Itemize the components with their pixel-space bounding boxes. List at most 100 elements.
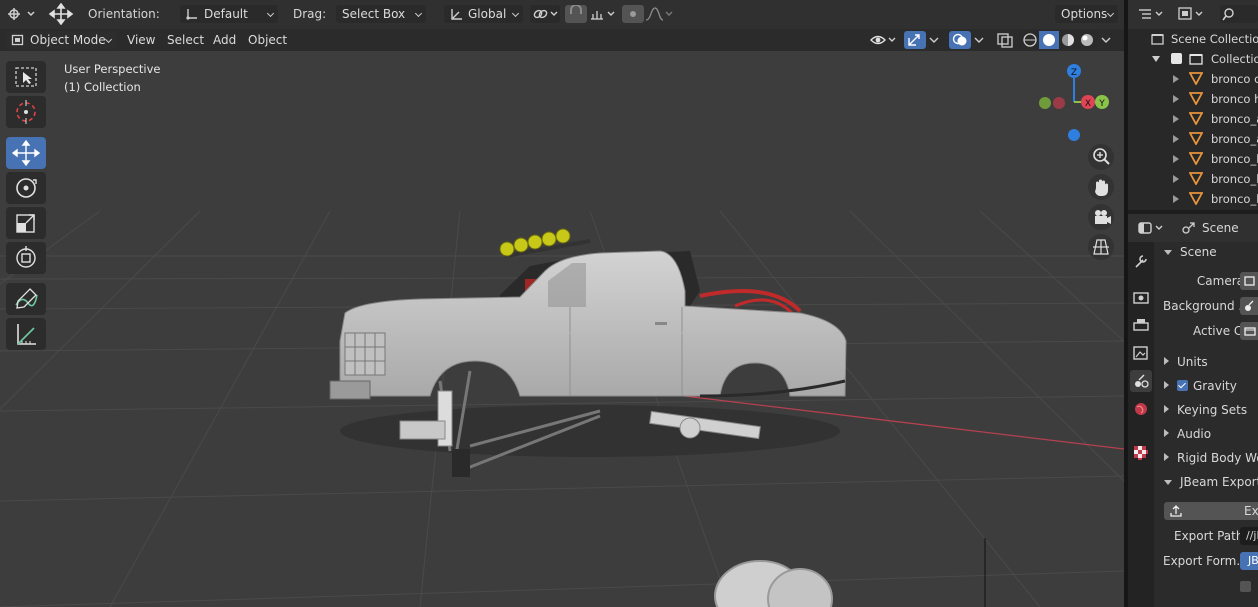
- editor-type-button[interactable]: [4, 5, 35, 23]
- properties-icon: [1138, 222, 1163, 234]
- tool-cursor[interactable]: [6, 96, 46, 128]
- overlays-dropdown[interactable]: [971, 31, 987, 49]
- camera-view-button[interactable]: [1088, 204, 1114, 230]
- properties-editor-type-button[interactable]: [1136, 219, 1166, 237]
- jbeam-panel-header[interactable]: JBeam Exporte: [1164, 471, 1258, 493]
- orientation-label: Orientation:: [88, 7, 160, 21]
- move-icon: [11, 139, 41, 167]
- object-mode-icon: [11, 34, 24, 46]
- overlays-toggle[interactable]: [949, 31, 971, 49]
- collapse-arrow-icon: [1164, 480, 1172, 485]
- keying-sets-panel-header[interactable]: Keying Sets: [1164, 399, 1258, 421]
- collection-checkbox[interactable]: [1171, 53, 1182, 64]
- export-format-field[interactable]: JB: [1240, 552, 1258, 570]
- menu-add[interactable]: Add: [209, 31, 240, 49]
- tab-texture[interactable]: [1130, 442, 1152, 464]
- shading-mode-group: [1018, 31, 1098, 49]
- chevron-down-icon: [974, 37, 984, 43]
- pan-button[interactable]: [1088, 174, 1114, 200]
- audio-panel-header[interactable]: Audio: [1164, 423, 1258, 445]
- tool-rotate[interactable]: [6, 172, 46, 204]
- units-panel-header[interactable]: Units: [1164, 351, 1258, 373]
- expand-arrow-icon: [1164, 453, 1169, 461]
- outliner-object-row[interactable]: bronco_a: [1128, 109, 1258, 129]
- tab-view-layer[interactable]: [1130, 342, 1152, 364]
- grid-perspective-icon: [1093, 239, 1109, 255]
- tool-move[interactable]: [6, 137, 46, 169]
- tab-output[interactable]: [1130, 314, 1152, 336]
- tab-render[interactable]: [1130, 286, 1152, 308]
- projection-toggle-button[interactable]: [1088, 234, 1114, 260]
- tab-scene[interactable]: [1130, 370, 1152, 392]
- transform-gizmo-button[interactable]: [48, 2, 74, 26]
- scene-collection-icon: [1151, 34, 1164, 45]
- outliner-object-row[interactable]: bronco_b: [1128, 189, 1258, 209]
- export-path-field[interactable]: //jl: [1240, 527, 1258, 545]
- options-dropdown[interactable]: Options: [1055, 5, 1118, 23]
- mode-dropdown[interactable]: Object Mode: [6, 31, 116, 49]
- search-icon: [1222, 8, 1234, 21]
- outliner-object-row[interactable]: bronco_b: [1128, 169, 1258, 189]
- proportional-editing-toggle[interactable]: [622, 5, 644, 23]
- outliner-collection[interactable]: Collection: [1128, 49, 1258, 69]
- global-axes-icon: [451, 9, 462, 20]
- pivot-point-dropdown[interactable]: [530, 5, 560, 23]
- export-option-checkbox[interactable]: [1240, 581, 1251, 592]
- gravity-panel-header[interactable]: Gravity: [1164, 375, 1258, 397]
- drag-dropdown[interactable]: Select Box: [336, 5, 426, 23]
- snap-toggle[interactable]: [565, 4, 587, 23]
- tab-tool[interactable]: [1130, 250, 1152, 272]
- gravity-checkbox[interactable]: [1177, 380, 1188, 391]
- tool-measure[interactable]: [6, 318, 46, 350]
- orientation-dropdown[interactable]: Default: [180, 5, 278, 23]
- mesh-object-icon: [1189, 92, 1203, 105]
- zoom-button[interactable]: [1088, 144, 1114, 170]
- snap-increment-icon: [591, 11, 615, 20]
- eye-icon: [870, 35, 896, 45]
- camera-icon: [1095, 210, 1111, 224]
- tab-world[interactable]: [1130, 398, 1152, 420]
- tool-scale[interactable]: [6, 207, 46, 239]
- menu-view[interactable]: View: [123, 31, 159, 49]
- active-clip-field[interactable]: [1240, 322, 1258, 340]
- outliner-search-field[interactable]: [1220, 5, 1258, 23]
- outliner-object-row[interactable]: bronco ch: [1128, 69, 1258, 89]
- expand-arrow-icon: [1173, 115, 1179, 123]
- expand-arrow-icon: [1164, 381, 1169, 389]
- expand-arrow-icon: [1173, 175, 1179, 183]
- menu-object[interactable]: Object: [244, 31, 291, 49]
- scene-context-icon: [1182, 222, 1195, 234]
- camera-field[interactable]: [1240, 272, 1258, 290]
- 3d-viewport[interactable]: Z X Y User Perspective (1) Collection: [0, 51, 1124, 607]
- zoom-icon: [1093, 148, 1110, 165]
- mesh-object-icon: [1189, 172, 1203, 185]
- outliner-scene-collection[interactable]: Scene Collection: [1128, 29, 1258, 49]
- xray-toggle[interactable]: [994, 31, 1016, 49]
- properties-header: Scene: [1128, 214, 1258, 242]
- outliner-object-row[interactable]: bronco ho: [1128, 89, 1258, 109]
- tool-select-box[interactable]: [6, 61, 46, 93]
- tool-transform[interactable]: [6, 242, 46, 274]
- view-layer-icon: [1133, 346, 1148, 360]
- transform-space-dropdown[interactable]: Global: [444, 5, 523, 23]
- properties-editor: Scene Scene Camera Background ... Active…: [1128, 214, 1258, 607]
- tool-annotate[interactable]: [6, 283, 46, 315]
- outliner-editor-type-button[interactable]: [1136, 5, 1166, 23]
- display-mode-dropdown[interactable]: [1176, 5, 1206, 23]
- outliner-object-row[interactable]: bronco_b: [1128, 149, 1258, 169]
- shading-dropdown[interactable]: [1098, 31, 1114, 49]
- select-box-icon: [15, 67, 37, 87]
- visibility-dropdown[interactable]: [868, 31, 898, 49]
- menu-select[interactable]: Select: [163, 31, 208, 49]
- expand-arrow-icon: [1173, 195, 1179, 203]
- gizmo-toggle[interactable]: [904, 31, 926, 49]
- background-field[interactable]: [1240, 297, 1258, 315]
- rigid-body-panel-header[interactable]: Rigid Body Wo: [1164, 447, 1258, 469]
- outliner-object-row[interactable]: bronco_a: [1128, 129, 1258, 149]
- export-format-label: Export Form...: [1163, 554, 1248, 568]
- jbeam-export-button[interactable]: Expo: [1164, 502, 1258, 520]
- gizmo-dropdown[interactable]: [926, 31, 942, 49]
- falloff-dropdown[interactable]: [644, 5, 674, 23]
- scene-panel-header[interactable]: Scene: [1164, 241, 1258, 263]
- snap-target-dropdown[interactable]: [588, 5, 618, 23]
